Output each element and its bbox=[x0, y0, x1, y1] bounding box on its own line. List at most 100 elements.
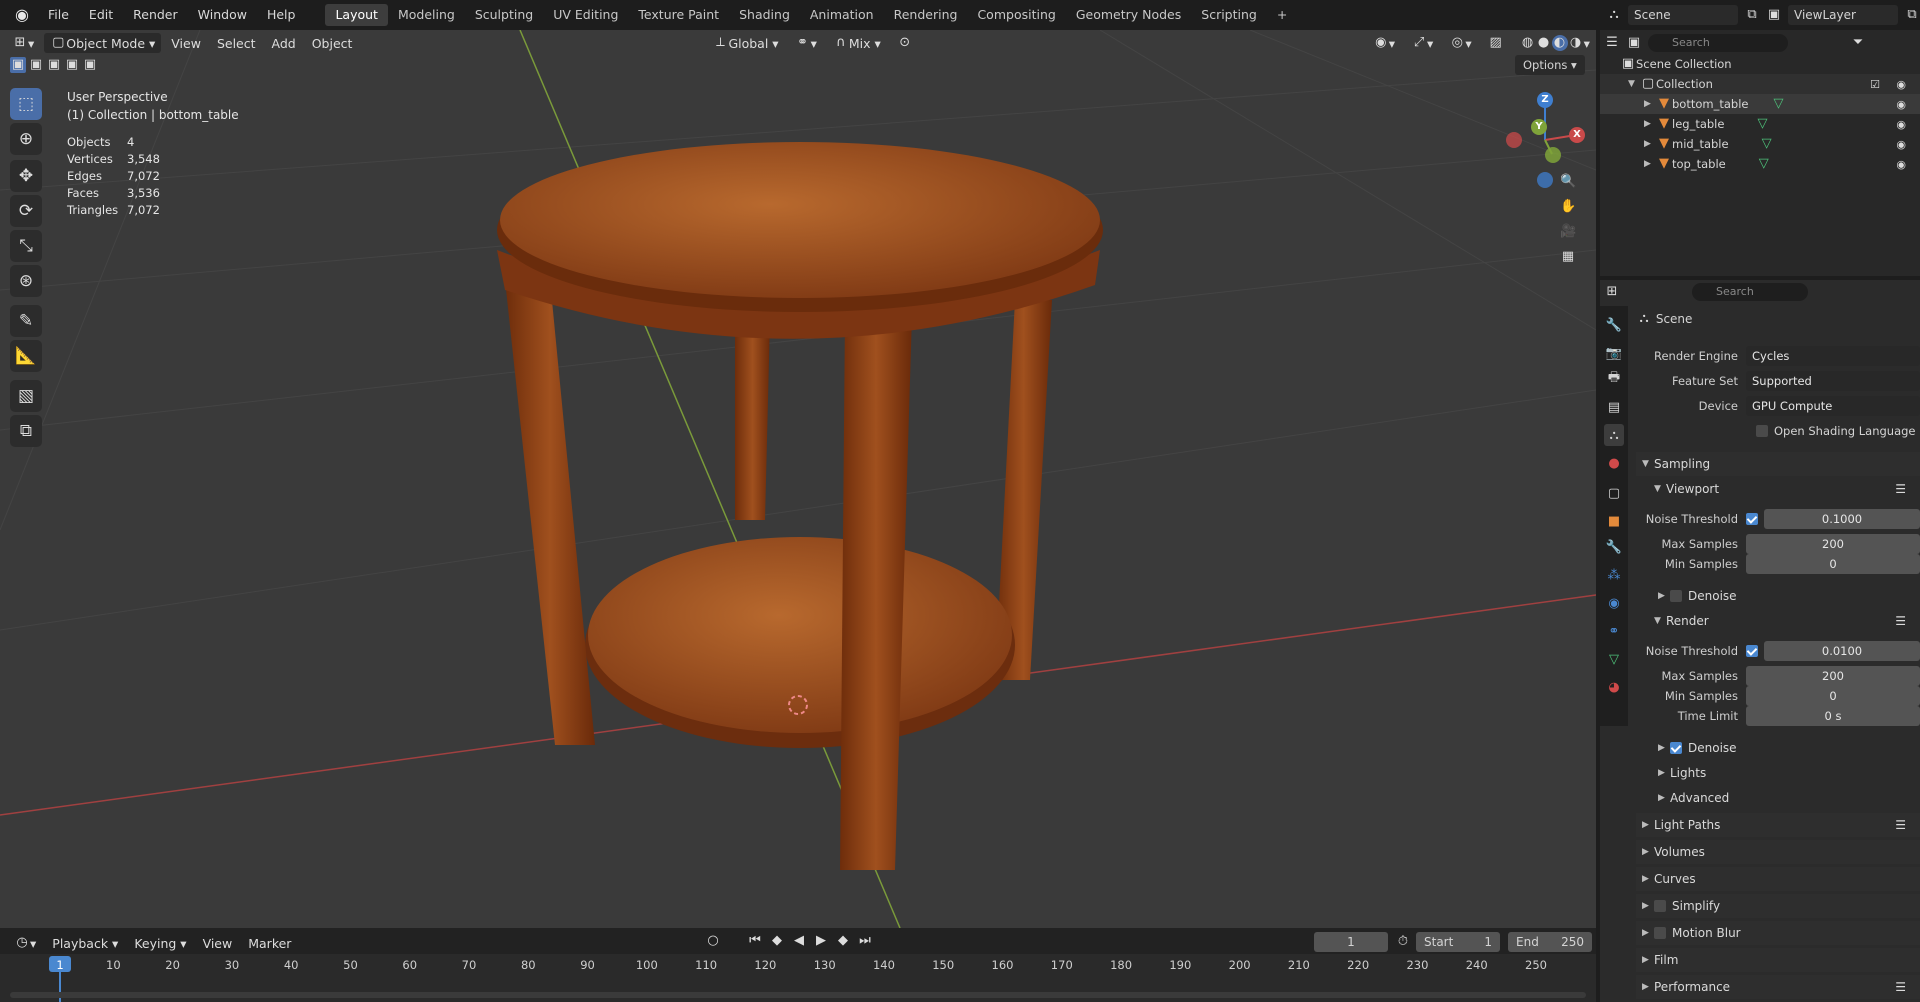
object-eye-icon[interactable]: ◉ bbox=[1896, 118, 1906, 131]
menu-window[interactable]: Window bbox=[188, 0, 257, 30]
object-mode-dropdown[interactable]: ▢ Object Mode ▾ bbox=[44, 33, 162, 53]
object-tab-icon[interactable]: ■ bbox=[1604, 510, 1624, 532]
object-eye-icon[interactable]: ◉ bbox=[1896, 158, 1906, 171]
view-layer-icon[interactable]: ▣ bbox=[1766, 7, 1782, 23]
gizmo-toggle[interactable]: ⤢ ▾ bbox=[1405, 33, 1439, 53]
rotate-tool[interactable]: ⟳ bbox=[10, 195, 42, 227]
gizmo-neg-z[interactable] bbox=[1537, 172, 1553, 188]
menu-select[interactable]: Select bbox=[211, 33, 262, 53]
tab-scripting[interactable]: Scripting bbox=[1191, 4, 1267, 26]
collection-tab-icon[interactable]: ▢ bbox=[1604, 482, 1624, 504]
list-icon[interactable]: ☰ bbox=[1895, 482, 1906, 496]
render-min-samples-field[interactable]: 0 bbox=[1746, 686, 1920, 706]
render-tab-icon[interactable]: 📷 bbox=[1604, 342, 1624, 364]
outliner-item-mid-table[interactable]: ▶ ▼ mid_table ▽ ◉ bbox=[1600, 134, 1920, 154]
list-icon[interactable]: ☰ bbox=[1895, 980, 1906, 994]
cursor-tool[interactable]: ⊕ bbox=[10, 123, 42, 155]
new-view-layer-icon[interactable]: ⧉ bbox=[1904, 7, 1920, 23]
tab-modeling[interactable]: Modeling bbox=[388, 4, 465, 26]
scene-icon[interactable]: ⛬ bbox=[1606, 7, 1622, 23]
properties-search-input[interactable]: Search bbox=[1692, 283, 1808, 301]
physics-tab-icon[interactable]: ◉ bbox=[1604, 592, 1624, 614]
grid-ortho-icon[interactable]: ▦ bbox=[1560, 249, 1576, 265]
list-icon[interactable]: ☰ bbox=[1895, 614, 1906, 628]
camera-icon[interactable]: 🎥 bbox=[1560, 224, 1576, 240]
outliner-item-top-table[interactable]: ▶ ▼ top_table ▽ ◉ bbox=[1600, 154, 1920, 174]
outliner-collection[interactable]: ▼ ▢ Collection ☑ ◉ bbox=[1600, 74, 1920, 94]
add-object-tool[interactable]: ⧉ bbox=[10, 415, 42, 447]
gizmo-neg-x[interactable] bbox=[1506, 132, 1522, 148]
feature-set-dropdown[interactable]: Supported bbox=[1746, 371, 1920, 391]
display-mode-icon[interactable]: ▣ bbox=[1626, 35, 1642, 51]
simplify-checkbox[interactable] bbox=[1654, 900, 1666, 912]
output-tab-icon[interactable]: 🖶 bbox=[1604, 368, 1624, 390]
gizmo-x-axis[interactable]: X bbox=[1569, 127, 1585, 143]
filter-icon[interactable]: ⏷ bbox=[1850, 35, 1866, 51]
outliner-search-input[interactable]: Search bbox=[1648, 34, 1788, 52]
menu-render[interactable]: Render bbox=[123, 0, 188, 30]
scene-tab-icon[interactable]: ⛬ bbox=[1604, 424, 1624, 446]
motion-blur-panel-header[interactable]: ▶ Motion Blur bbox=[1636, 921, 1920, 945]
render-denoise-header[interactable]: ▶ Denoise bbox=[1648, 736, 1920, 760]
outliner-item-bottom-table[interactable]: ▶ ▼ bottom_table ▽ ◉ bbox=[1600, 94, 1920, 114]
select-subtract-icon[interactable]: ▣ bbox=[46, 57, 62, 73]
render-time-limit-field[interactable]: 0 s bbox=[1746, 706, 1920, 726]
measure-tool[interactable]: 📐 bbox=[10, 340, 42, 372]
expand-icon[interactable]: ▶ bbox=[1644, 159, 1656, 169]
tab-rendering[interactable]: Rendering bbox=[884, 4, 968, 26]
select-box-tool[interactable]: ⬚ bbox=[10, 88, 42, 120]
menu-object[interactable]: Object bbox=[306, 33, 359, 53]
render-max-samples-field[interactable]: 200 bbox=[1746, 666, 1920, 686]
curves-panel-header[interactable]: ▶ Curves bbox=[1636, 867, 1920, 891]
select-extend-icon[interactable]: ▣ bbox=[28, 57, 44, 73]
viewport-min-samples-field[interactable]: 0 bbox=[1746, 554, 1920, 574]
constraints-tab-icon[interactable]: ⚭ bbox=[1604, 620, 1624, 642]
outliner-editor-type-icon[interactable]: ☰ bbox=[1604, 35, 1620, 51]
expand-icon[interactable]: ▶ bbox=[1644, 119, 1656, 129]
tab-texture-paint[interactable]: Texture Paint bbox=[628, 4, 729, 26]
data-tab-icon[interactable]: ▽ bbox=[1604, 648, 1624, 670]
particles-tab-icon[interactable]: ⁂ bbox=[1604, 564, 1624, 586]
material-tab-icon[interactable]: ◕ bbox=[1604, 676, 1624, 698]
viewport-denoise-checkbox[interactable] bbox=[1670, 590, 1682, 602]
pan-hand-icon[interactable]: ✋ bbox=[1560, 199, 1576, 215]
tab-layout[interactable]: Layout bbox=[325, 4, 388, 26]
motion-blur-checkbox[interactable] bbox=[1654, 927, 1666, 939]
modifier-tab-icon[interactable]: 🔧 bbox=[1604, 536, 1624, 558]
menu-file[interactable]: File bbox=[38, 0, 79, 30]
viewport-noise-threshold-field[interactable]: 0.1000 bbox=[1764, 509, 1920, 529]
menu-edit[interactable]: Edit bbox=[79, 0, 123, 30]
shading-modes[interactable]: ◍ ● ◐ ◑ ▾ bbox=[1514, 33, 1596, 53]
new-scene-icon[interactable]: ⧉ bbox=[1744, 7, 1760, 23]
annotate-tool[interactable]: ✎ bbox=[10, 305, 42, 337]
simplify-panel-header[interactable]: ▶ Simplify bbox=[1636, 894, 1920, 918]
overlay-toggle[interactable]: ◎ ▾ bbox=[1443, 33, 1477, 53]
visibility-dropdown[interactable]: ◉ ▾ bbox=[1367, 33, 1401, 53]
light-paths-panel-header[interactable]: ▶ Light Paths ☰ bbox=[1636, 813, 1920, 837]
zoom-icon[interactable]: 🔍 bbox=[1560, 174, 1576, 190]
menu-view[interactable]: View bbox=[165, 33, 207, 53]
add-cube-tool[interactable]: ▧ bbox=[10, 380, 42, 412]
tab-sculpting[interactable]: Sculpting bbox=[465, 4, 543, 26]
render-engine-dropdown[interactable]: Cycles bbox=[1746, 346, 1920, 366]
menu-add[interactable]: Add bbox=[266, 33, 302, 53]
sampling-panel-header[interactable]: ▼ Sampling bbox=[1636, 452, 1920, 476]
select-intersect-icon[interactable]: ▣ bbox=[82, 57, 98, 73]
collection-expand-icon[interactable]: ▼ bbox=[1628, 79, 1640, 89]
expand-icon[interactable]: ▶ bbox=[1644, 99, 1656, 109]
properties-editor-type-icon[interactable]: ⊞ bbox=[1604, 284, 1620, 300]
viewport-noise-threshold-checkbox[interactable] bbox=[1746, 513, 1758, 525]
add-workspace-plus-icon[interactable]: + bbox=[1267, 4, 1297, 26]
viewport-max-samples-field[interactable]: 200 bbox=[1746, 534, 1920, 554]
render-noise-threshold-field[interactable]: 0.0100 bbox=[1764, 641, 1920, 661]
render-subpanel-header[interactable]: ▼ Render ☰ bbox=[1648, 609, 1920, 633]
tab-uv-editing[interactable]: UV Editing bbox=[543, 4, 628, 26]
tool-tab-icon[interactable]: 🔧 bbox=[1604, 314, 1624, 336]
film-panel-header[interactable]: ▶ Film bbox=[1636, 948, 1920, 972]
blender-logo-icon[interactable]: ◉ bbox=[12, 5, 32, 25]
collection-eye-icon[interactable]: ◉ bbox=[1896, 78, 1906, 91]
osl-checkbox[interactable] bbox=[1756, 425, 1768, 437]
device-dropdown[interactable]: GPU Compute bbox=[1746, 396, 1920, 416]
volumes-panel-header[interactable]: ▶ Volumes bbox=[1636, 840, 1920, 864]
select-invert-icon[interactable]: ▣ bbox=[64, 57, 80, 73]
